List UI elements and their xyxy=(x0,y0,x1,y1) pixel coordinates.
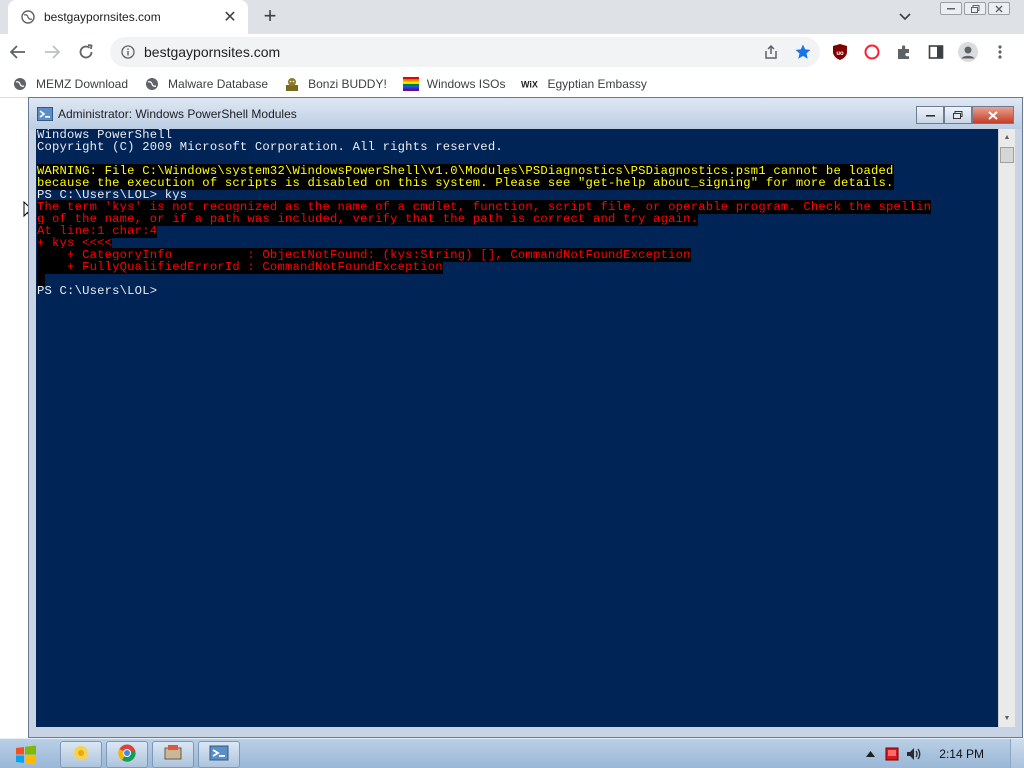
forward-button[interactable] xyxy=(36,36,68,68)
volume-icon[interactable] xyxy=(903,743,925,765)
reload-button[interactable] xyxy=(70,36,102,68)
bonzi-icon xyxy=(284,76,300,92)
restore-button[interactable] xyxy=(964,2,986,15)
powershell-window-controls xyxy=(916,106,1014,124)
bookmark-label: Malware Database xyxy=(168,76,269,91)
console-line: Copyright (C) 2009 Microsoft Corporation… xyxy=(37,141,998,153)
svg-text:uo: uo xyxy=(836,51,844,57)
console-text: Copyright (C) 2009 Microsoft Corporation… xyxy=(37,140,503,154)
tab-strip: bestgaypornsites.com ✕ + xyxy=(0,0,1024,34)
taskbar-explorer-button[interactable] xyxy=(60,741,102,768)
show-desktop-button[interactable] xyxy=(1010,739,1024,768)
wix-text: WiX xyxy=(521,79,538,89)
browser-toolbar: bestgaypornsites.com uo xyxy=(0,34,1024,70)
profile-avatar-icon[interactable] xyxy=(956,40,980,64)
console-text: PS C:\Users\LOL> xyxy=(37,284,158,298)
bookmark-label: Windows ISOs xyxy=(426,76,506,91)
globe-icon xyxy=(144,76,160,92)
powershell-titlebar[interactable]: Administrator: Windows PowerShell Module… xyxy=(29,98,1022,129)
ps-close-button[interactable] xyxy=(972,106,1014,124)
ps-restore-button[interactable] xyxy=(944,106,972,124)
powershell-icon xyxy=(37,106,53,122)
console-line: PS C:\Users\LOL> xyxy=(37,285,998,297)
powershell-taskbar-icon xyxy=(209,743,229,766)
bookmark-egyptian-embassy[interactable]: WiX Egyptian Embassy xyxy=(521,73,646,95)
app-icon xyxy=(163,743,183,766)
powershell-console[interactable]: Windows PowerShell Copyright (C) 2009 Mic… xyxy=(36,129,998,727)
minimize-button[interactable] xyxy=(940,2,962,15)
console-scrollbar[interactable]: ▲ ▼ xyxy=(998,129,1015,727)
close-window-button[interactable] xyxy=(988,2,1010,15)
opera-ring-icon[interactable] xyxy=(860,40,884,64)
new-tab-button[interactable]: + xyxy=(258,5,282,28)
extensions-area: uo xyxy=(828,34,1012,70)
console-line: + FullyQualifiedErrorId : CommandNotFoun… xyxy=(37,260,998,274)
windows-flag-icon xyxy=(402,76,419,92)
share-icon[interactable] xyxy=(760,41,782,63)
tab-close-icon[interactable]: ✕ xyxy=(222,9,238,26)
powershell-window[interactable]: Administrator: Windows PowerShell Module… xyxy=(28,97,1023,738)
action-center-flag-icon[interactable] xyxy=(881,743,903,765)
powershell-title: Administrator: Windows PowerShell Module… xyxy=(58,106,297,121)
console-error-text: + FullyQualifiedErrorId : CommandNotFoun… xyxy=(37,260,443,274)
scrollbar-thumb[interactable] xyxy=(1000,147,1014,163)
show-hidden-icons-arrow-icon[interactable] xyxy=(859,743,881,765)
console-line xyxy=(37,272,998,286)
back-button[interactable] xyxy=(2,36,34,68)
console-line: At line:1 char:4 xyxy=(37,224,998,238)
scroll-down-arrow-icon[interactable]: ▼ xyxy=(999,710,1015,727)
system-tray: 2:14 PM xyxy=(859,739,1024,768)
wix-icon: WiX xyxy=(521,76,539,92)
console-line: g of the name, or if a path was included… xyxy=(37,212,998,226)
extensions-puzzle-icon[interactable] xyxy=(892,40,916,64)
bookmarks-bar: MEMZ Download Malware Database Bonzi BUD… xyxy=(0,70,1024,98)
bookmark-memz-download[interactable]: MEMZ Download xyxy=(12,73,128,95)
scroll-up-arrow-icon[interactable]: ▲ xyxy=(999,129,1015,146)
browser-window-controls xyxy=(940,2,1010,16)
bookmark-malware-database[interactable]: Malware Database xyxy=(144,73,268,95)
site-info-icon[interactable] xyxy=(120,44,136,60)
taskbar-chrome-button[interactable] xyxy=(106,741,148,768)
bookmark-bonzi-buddy[interactable]: Bonzi BUDDY! xyxy=(284,73,387,95)
ublock-icon[interactable]: uo xyxy=(828,40,852,64)
bookmark-windows-isos[interactable]: Windows ISOs xyxy=(402,73,506,95)
side-panel-icon[interactable] xyxy=(924,40,948,64)
taskbar-powershell-button[interactable] xyxy=(198,741,240,768)
menu-kebab-icon[interactable] xyxy=(988,40,1012,64)
ps-minimize-button[interactable] xyxy=(916,106,944,124)
start-button[interactable] xyxy=(12,743,40,767)
taskbar-clock[interactable]: 2:14 PM xyxy=(939,747,984,761)
globe-icon xyxy=(12,76,28,92)
url-text[interactable]: bestgaypornsites.com xyxy=(144,44,760,60)
taskbar-app-button[interactable] xyxy=(152,741,194,768)
globe-icon xyxy=(20,9,36,25)
tab-search-chevron-icon[interactable] xyxy=(893,8,917,26)
explorer-icon xyxy=(71,743,91,766)
tab-title: bestgaypornsites.com xyxy=(44,10,161,24)
bookmark-label: Egyptian Embassy xyxy=(547,76,647,91)
taskbar: 2:14 PM xyxy=(0,738,1024,768)
bookmark-label: Bonzi BUDDY! xyxy=(308,76,387,91)
bookmark-label: MEMZ Download xyxy=(36,76,129,91)
address-bar[interactable]: bestgaypornsites.com xyxy=(110,37,820,67)
chrome-icon xyxy=(117,743,137,766)
browser-tab[interactable]: bestgaypornsites.com ✕ xyxy=(8,0,248,34)
bookmark-star-icon[interactable] xyxy=(792,41,814,63)
